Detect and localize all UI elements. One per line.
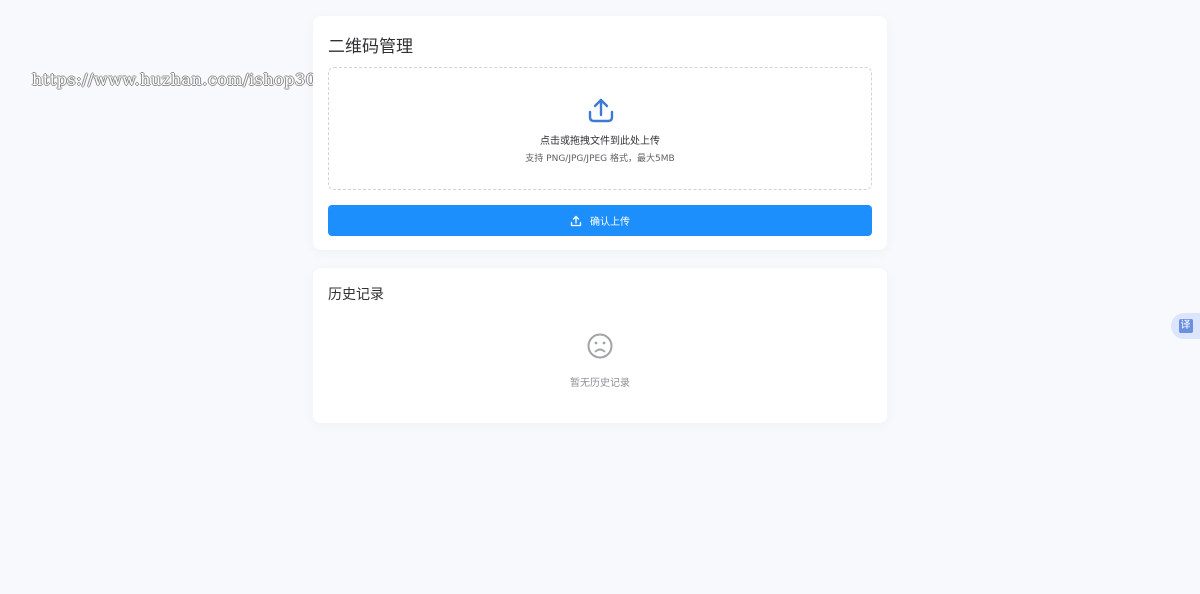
upload-icon — [588, 98, 614, 123]
page-title: 二维码管理 — [328, 37, 413, 57]
empty-history-text: 暂无历史记录 — [570, 378, 630, 389]
confirm-upload-button[interactable]: 确认上传 — [328, 205, 872, 236]
confirm-upload-label: 确认上传 — [590, 217, 630, 228]
translate-widget[interactable]: 译 — [1171, 313, 1200, 339]
dropzone-hint-text: 支持 PNG/JPG/JPEG 格式，最大5MB — [525, 154, 675, 164]
sad-face-icon — [587, 333, 613, 359]
qr-upload-card: 二维码管理 点击或拖拽文件到此处上传 支持 PNG/JPG/JPEG 格式，最大… — [313, 16, 887, 250]
upload-icon — [570, 215, 582, 226]
upload-dropzone[interactable]: 点击或拖拽文件到此处上传 支持 PNG/JPG/JPEG 格式，最大5MB — [328, 67, 872, 190]
dropzone-main-text: 点击或拖拽文件到此处上传 — [540, 136, 660, 147]
history-card: 历史记录 暂无历史记录 — [313, 268, 887, 423]
watermark-text: https://www.huzhan.com/ishop30143 — [32, 70, 349, 89]
history-title: 历史记录 — [328, 287, 384, 303]
translate-icon: 译 — [1178, 319, 1193, 333]
